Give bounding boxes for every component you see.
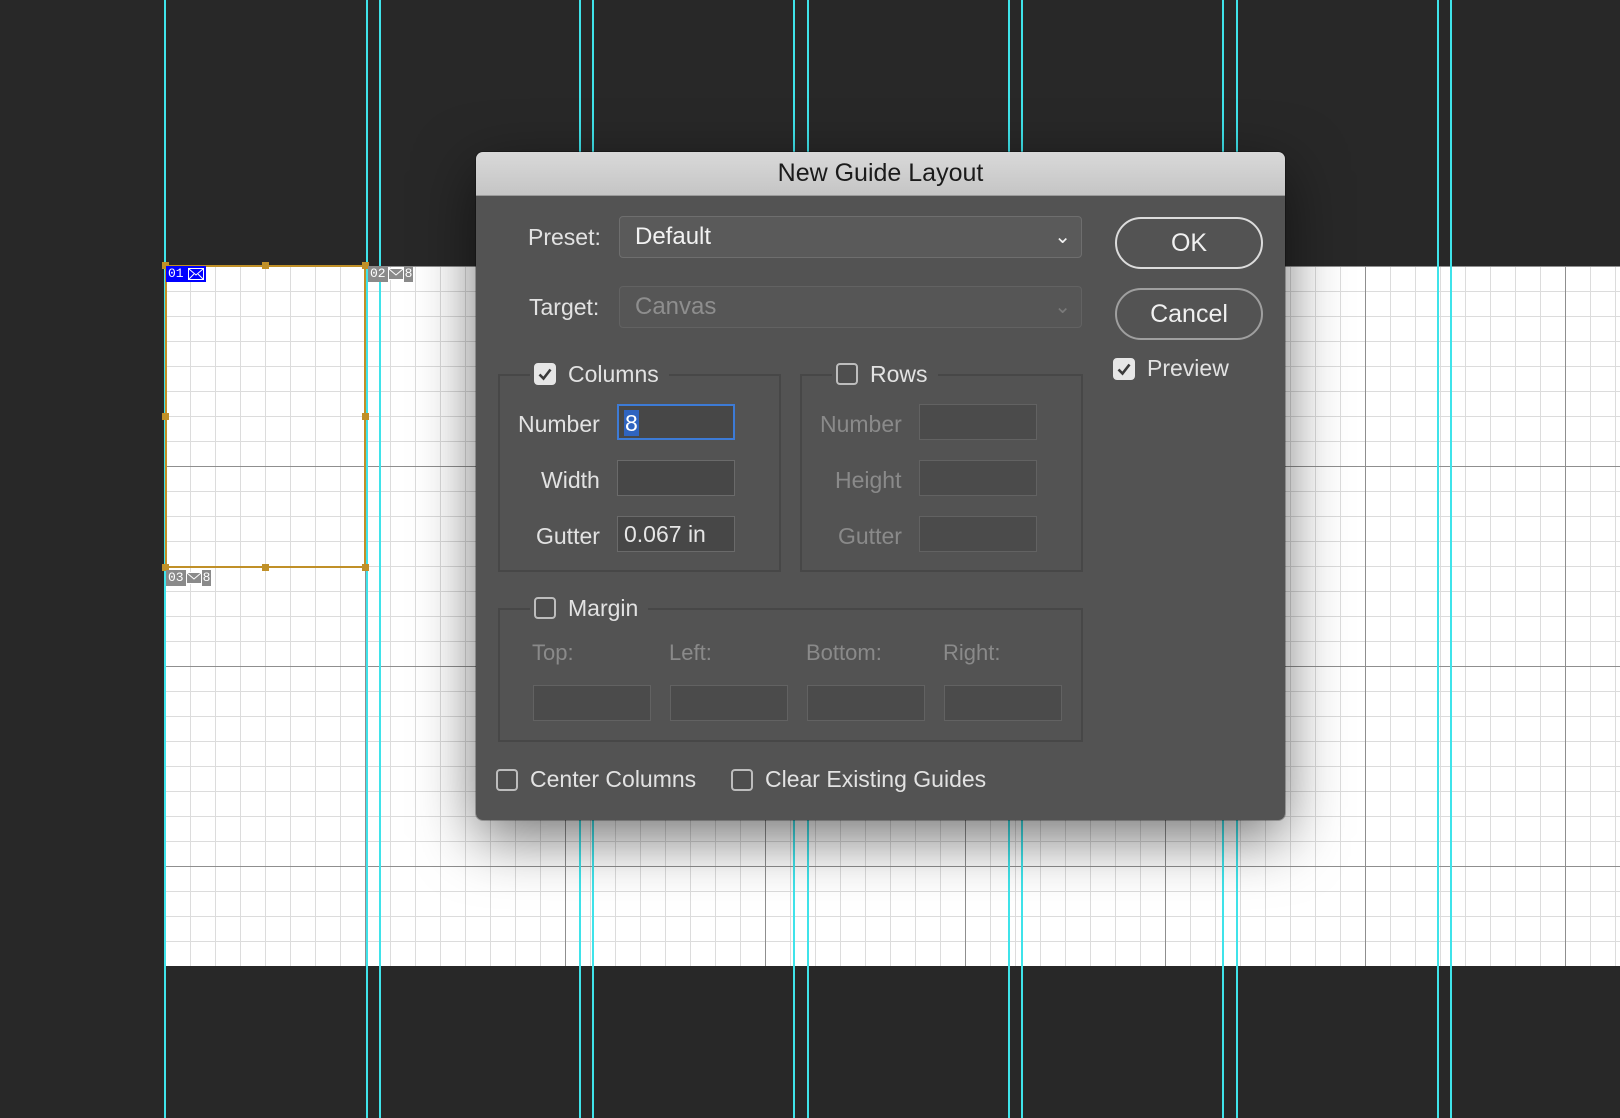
margin-top-input[interactable] (533, 685, 651, 721)
margin-bottom-input[interactable] (807, 685, 925, 721)
guide-line[interactable] (366, 0, 368, 1118)
clear-guides-label: Clear Existing Guides (765, 766, 987, 792)
preset-value: Default (635, 223, 712, 250)
image-slice-icon (387, 268, 404, 280)
margin-left-label: Left: (669, 640, 712, 665)
image-slice-icon (187, 268, 204, 280)
slice-number: 01 (168, 266, 184, 281)
rows-header: Rows (832, 359, 938, 389)
image-slice-icon (185, 572, 202, 584)
slice-handle[interactable] (262, 262, 269, 269)
margin-left-input[interactable] (670, 685, 788, 721)
margin-right-label: Right: (943, 640, 1001, 665)
slice-handle[interactable] (362, 413, 369, 420)
center-columns-option[interactable]: Center Columns (496, 766, 696, 793)
slice-label-01: 01 (166, 266, 206, 282)
rows-gutter-input[interactable] (919, 516, 1037, 552)
margin-label: Margin (568, 594, 639, 621)
rows-number-input[interactable] (919, 404, 1037, 440)
preset-label: Preset: (528, 224, 601, 250)
margin-top-label: Top: (532, 640, 574, 665)
margin-header: Margin (530, 593, 649, 623)
center-columns-checkbox[interactable] (496, 768, 518, 791)
margin-group (498, 608, 1083, 742)
guide-line[interactable] (1437, 0, 1439, 1118)
margin-right-input[interactable] (944, 685, 1062, 721)
rows-number-label: Number (820, 411, 902, 437)
columns-number-label: Number (518, 411, 600, 437)
target-value: Canvas (635, 293, 717, 320)
columns-number-input[interactable]: 8 (617, 404, 735, 440)
columns-checkbox[interactable] (534, 363, 556, 385)
slice-handle[interactable] (262, 564, 269, 571)
target-select[interactable]: Canvas ⌄ (619, 286, 1082, 328)
guide-line[interactable] (379, 0, 381, 1118)
slice-label-03: 03 8 (166, 570, 212, 586)
slice-number: 03 (166, 570, 186, 586)
ok-button[interactable]: OK (1115, 217, 1263, 269)
rows-height-input[interactable] (919, 460, 1037, 496)
slice-label-02: 02 8 (368, 266, 414, 282)
preset-select[interactable]: Default ⌄ (619, 216, 1082, 258)
chevron-down-icon: ⌄ (1054, 296, 1071, 318)
columns-width-label: Width (541, 467, 600, 493)
center-columns-label: Center Columns (530, 766, 697, 792)
guide-line[interactable] (1450, 0, 1452, 1118)
columns-header: Columns (530, 359, 669, 389)
margin-bottom-label: Bottom: (806, 640, 882, 665)
slice-selection[interactable] (165, 265, 366, 568)
columns-gutter-label: Gutter (536, 523, 600, 549)
columns-gutter-input[interactable]: 0.067 in (617, 516, 735, 552)
columns-width-input[interactable] (617, 460, 735, 496)
slice-extra: 8 (403, 266, 414, 282)
rows-label: Rows (870, 360, 928, 387)
slice-handle[interactable] (162, 413, 169, 420)
rows-checkbox[interactable] (836, 363, 858, 385)
cancel-button[interactable]: Cancel (1115, 288, 1263, 340)
slice-handle[interactable] (362, 564, 369, 571)
dialog-title: New Guide Layout (476, 152, 1285, 196)
clear-guides-option[interactable]: Clear Existing Guides (731, 766, 986, 793)
preview-checkbox[interactable] (1113, 357, 1135, 380)
chevron-down-icon: ⌄ (1054, 226, 1071, 248)
preview-label: Preview (1147, 355, 1229, 381)
slice-extra: 8 (201, 570, 212, 586)
new-guide-layout-dialog: New Guide Layout Preset: Default ⌄ Targe… (476, 152, 1285, 820)
slice-number: 02 (368, 266, 388, 282)
rows-height-label: Height (835, 467, 902, 493)
rows-gutter-label: Gutter (838, 523, 902, 549)
columns-label: Columns (568, 360, 659, 387)
clear-guides-checkbox[interactable] (731, 768, 753, 791)
preview-option[interactable]: Preview (1113, 355, 1229, 382)
margin-checkbox[interactable] (534, 597, 556, 619)
target-label: Target: (529, 294, 600, 320)
